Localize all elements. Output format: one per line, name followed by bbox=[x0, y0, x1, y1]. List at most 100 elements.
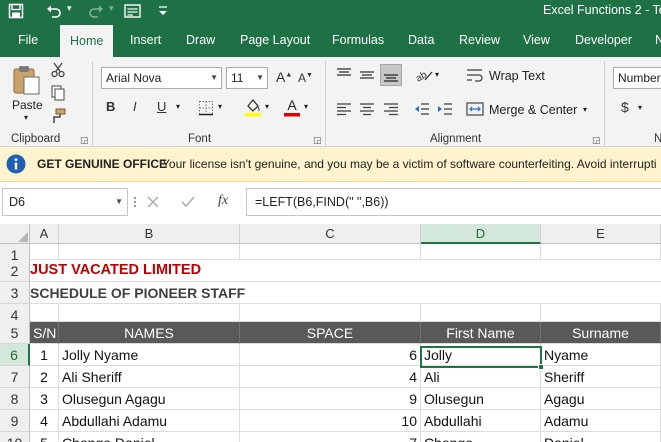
fill-color-dropdown-icon[interactable]: ▾ bbox=[265, 102, 269, 111]
borders-icon[interactable] bbox=[198, 100, 214, 116]
tab-insert[interactable]: Insert bbox=[130, 22, 161, 57]
cell-surname[interactable]: Daniel bbox=[541, 432, 661, 442]
merge-center-button[interactable]: Merge & Center bbox=[489, 103, 577, 117]
decrease-font-size-button[interactable]: A▼ bbox=[298, 71, 313, 85]
more-options-icon[interactable] bbox=[133, 191, 137, 213]
cell-c4[interactable] bbox=[240, 304, 421, 322]
cut-icon[interactable] bbox=[50, 62, 66, 78]
font-name-select[interactable]: Arial Nova ▼ bbox=[101, 67, 222, 89]
cell-surname[interactable]: Agagu bbox=[541, 388, 661, 410]
tab-more[interactable]: N bbox=[655, 22, 661, 57]
row-header-3[interactable]: 3 bbox=[0, 282, 30, 304]
enter-check-icon[interactable] bbox=[180, 195, 196, 209]
row-header-5[interactable]: 5 bbox=[0, 322, 30, 344]
cell-first-name[interactable]: Chongo bbox=[421, 432, 541, 442]
align-top-icon[interactable] bbox=[336, 67, 352, 83]
cell-d1[interactable] bbox=[421, 244, 541, 260]
font-size-select[interactable]: 11 ▼ bbox=[226, 67, 268, 89]
cell-sn[interactable]: 3 bbox=[30, 388, 59, 410]
alignment-launcher-icon[interactable]: ◲ bbox=[592, 135, 601, 146]
wrap-text-button[interactable]: Wrap Text bbox=[489, 69, 545, 83]
decrease-indent-icon[interactable] bbox=[414, 101, 430, 117]
cell-space[interactable]: 4 bbox=[240, 366, 421, 388]
tab-home[interactable]: Home bbox=[60, 25, 114, 57]
tab-draw[interactable]: Draw bbox=[186, 22, 215, 57]
header-space[interactable]: SPACE bbox=[240, 322, 421, 344]
cell-a4[interactable] bbox=[30, 304, 59, 322]
orientation-icon[interactable]: ab bbox=[414, 66, 434, 84]
tab-review[interactable]: Review bbox=[459, 22, 500, 57]
font-launcher-icon[interactable]: ◲ bbox=[313, 135, 322, 146]
fill-handle[interactable] bbox=[538, 364, 544, 370]
row-header-9[interactable]: 9 bbox=[0, 410, 30, 432]
tab-view[interactable]: View bbox=[523, 22, 550, 57]
cell-sn[interactable]: 1 bbox=[30, 344, 59, 366]
tab-page-layout[interactable]: Page Layout bbox=[240, 22, 310, 57]
merge-dropdown-icon[interactable]: ▾ bbox=[583, 105, 587, 114]
tab-formulas[interactable]: Formulas bbox=[332, 22, 384, 57]
cell-name[interactable]: Abdullahi Adamu bbox=[59, 410, 240, 432]
currency-button[interactable]: $ bbox=[621, 99, 629, 115]
cell-sn[interactable]: 5 bbox=[30, 432, 59, 442]
cancel-icon[interactable] bbox=[146, 195, 160, 209]
cell-b4[interactable] bbox=[59, 304, 240, 322]
cell-a1[interactable] bbox=[30, 244, 59, 260]
undo-dropdown-icon[interactable]: ▾ bbox=[67, 3, 72, 14]
cell-first-name[interactable]: Olusegun bbox=[421, 388, 541, 410]
row-header-10[interactable]: 10 bbox=[0, 432, 30, 442]
orientation-dropdown-icon[interactable]: ▾ bbox=[435, 70, 439, 79]
header-first-name[interactable]: First Name bbox=[421, 322, 541, 344]
cell-name[interactable]: Jolly Nyame bbox=[59, 344, 240, 366]
font-color-dropdown-icon[interactable]: ▾ bbox=[304, 102, 308, 111]
cell-sn[interactable]: 4 bbox=[30, 410, 59, 432]
cell-name[interactable]: Ali Sheriff bbox=[59, 366, 240, 388]
tab-developer[interactable]: Developer bbox=[575, 22, 632, 57]
header-sn[interactable]: S/N bbox=[30, 322, 59, 344]
undo-icon[interactable] bbox=[46, 3, 62, 19]
cell-space[interactable]: 7 bbox=[240, 432, 421, 442]
format-painter-icon[interactable] bbox=[50, 108, 66, 124]
quick-access-dropdown-icon[interactable] bbox=[157, 3, 169, 19]
sheet-subtitle[interactable]: SCHEDULE OF PIONEER STAFF bbox=[30, 285, 245, 301]
align-center-icon[interactable] bbox=[359, 101, 375, 117]
cell-c1[interactable] bbox=[240, 244, 421, 260]
copy-icon[interactable] bbox=[50, 85, 66, 101]
cell-name[interactable]: Chongo Daniel bbox=[59, 432, 240, 442]
cell-sn[interactable]: 2 bbox=[30, 366, 59, 388]
column-header-d[interactable]: D bbox=[421, 224, 541, 244]
align-bottom-button[interactable] bbox=[380, 64, 402, 86]
cell-surname[interactable]: Adamu bbox=[541, 410, 661, 432]
form-icon[interactable] bbox=[124, 3, 141, 19]
tab-data[interactable]: Data bbox=[408, 22, 434, 57]
underline-dropdown-icon[interactable]: ▾ bbox=[176, 102, 180, 111]
cell-b1[interactable] bbox=[59, 244, 240, 260]
column-header-c[interactable]: C bbox=[240, 224, 421, 244]
cell-e4[interactable] bbox=[541, 304, 661, 322]
row-header-6[interactable]: 6 bbox=[0, 344, 30, 366]
save-icon[interactable] bbox=[8, 3, 24, 19]
increase-font-size-button[interactable]: A▲ bbox=[276, 69, 292, 85]
cell-first-name[interactable]: Abdullahi bbox=[421, 410, 541, 432]
number-format-select[interactable]: Number bbox=[613, 67, 661, 89]
tab-file[interactable]: File bbox=[18, 22, 38, 57]
row-header-8[interactable]: 8 bbox=[0, 388, 30, 410]
italic-button[interactable]: I bbox=[133, 99, 137, 114]
cell-space[interactable]: 6 bbox=[240, 344, 421, 366]
name-box[interactable]: D6 ▼ bbox=[2, 188, 128, 216]
font-color-icon[interactable]: A bbox=[283, 97, 301, 117]
cell-first-name[interactable]: Ali bbox=[421, 366, 541, 388]
paste-button[interactable]: Paste ▾ bbox=[10, 63, 43, 122]
underline-button[interactable]: U bbox=[157, 99, 166, 114]
column-header-e[interactable]: E bbox=[541, 224, 661, 244]
cell-space[interactable]: 10 bbox=[240, 410, 421, 432]
align-left-icon[interactable] bbox=[336, 101, 352, 117]
row-header-2[interactable]: 2 bbox=[0, 260, 30, 282]
column-header-a[interactable]: A bbox=[30, 224, 59, 244]
redo-icon[interactable] bbox=[88, 3, 104, 19]
cell-space[interactable]: 9 bbox=[240, 388, 421, 410]
align-middle-icon[interactable] bbox=[359, 67, 375, 83]
row-header-7[interactable]: 7 bbox=[0, 366, 30, 388]
currency-dropdown-icon[interactable]: ▾ bbox=[638, 103, 642, 112]
insert-function-button[interactable]: fx bbox=[218, 193, 228, 209]
align-right-icon[interactable] bbox=[383, 101, 399, 117]
